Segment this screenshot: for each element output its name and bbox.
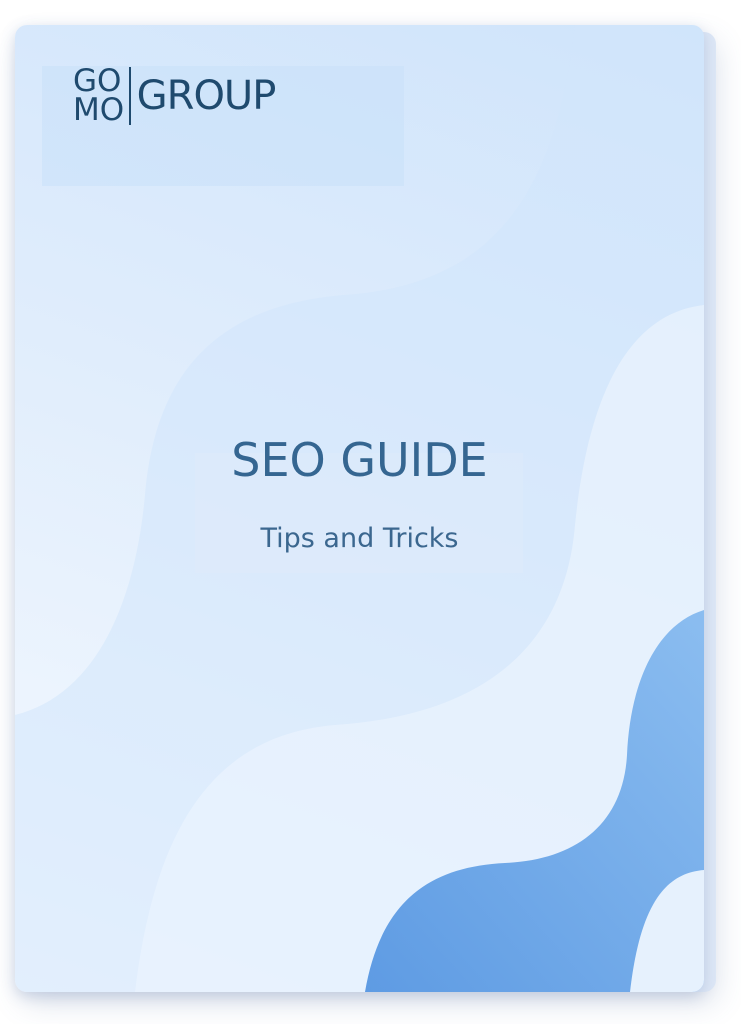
logo-mark-line2: MO <box>73 92 125 128</box>
cover-subtitle: Tips and Tricks <box>260 523 459 554</box>
logo-divider <box>129 67 131 125</box>
cover-title: SEO GUIDE <box>231 433 488 487</box>
gomo-group-logo: GO MO GROUP <box>73 66 277 128</box>
ebook-mockup: SEO GUIDE Tips and Tricks GO MO GROUP <box>0 0 741 1024</box>
logo-wordmark: GROUP <box>136 73 277 119</box>
ebook-cover: SEO GUIDE Tips and Tricks <box>15 25 704 992</box>
logo-mark: GO MO <box>73 66 125 128</box>
